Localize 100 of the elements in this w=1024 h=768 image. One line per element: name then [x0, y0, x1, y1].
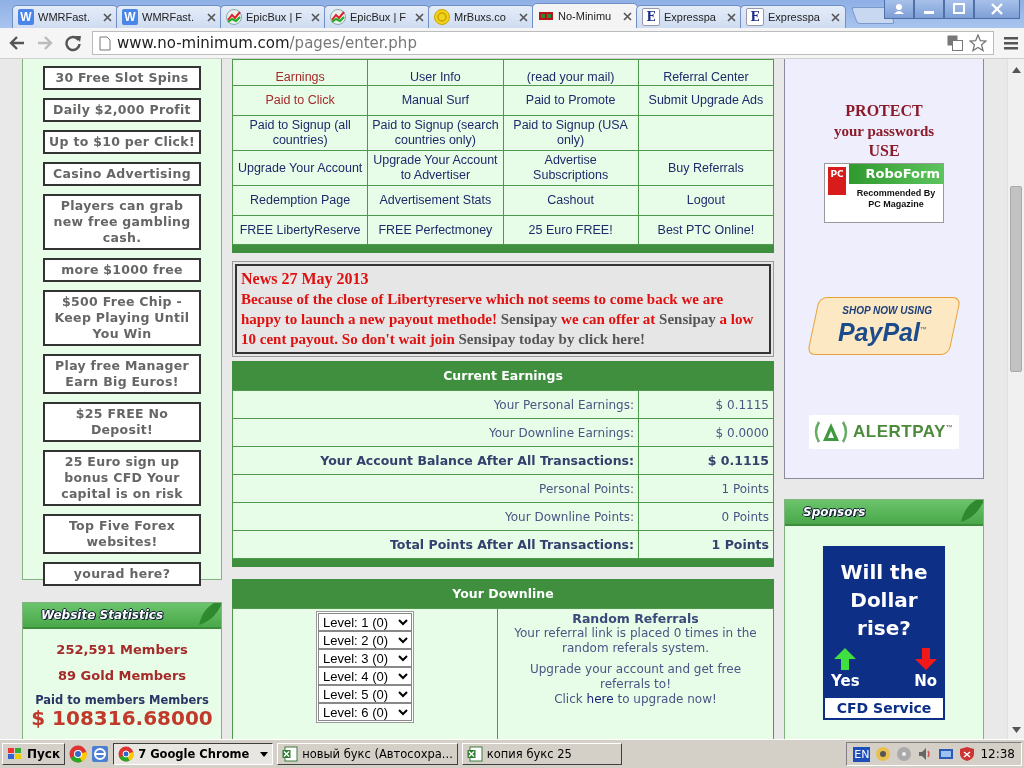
start-button[interactable]: Пуск: [2, 743, 66, 765]
browser-tab[interactable]: W WMRFast.: [12, 5, 118, 28]
news-title: News 27 May 2013: [241, 269, 370, 289]
browser-tab[interactable]: MrBuxs.co: [428, 5, 534, 28]
browser-tab[interactable]: No-Minimu: [532, 3, 638, 28]
menu-link[interactable]: Earnings: [232, 59, 368, 86]
menu-link[interactable]: Paid to Signup (all countries): [232, 115, 368, 151]
level-dropdown[interactable]: Level: 6 (0): [318, 703, 412, 721]
ad-link[interactable]: Top Five Forex websites!: [43, 514, 201, 554]
menu-link[interactable]: Advertise Subscriptions: [503, 150, 639, 186]
maximize-icon[interactable]: [944, 0, 974, 19]
news-link[interactable]: Sensipay: [659, 311, 716, 327]
ad-link[interactable]: more $1000 free: [43, 258, 201, 282]
translate-icon[interactable]: [947, 35, 963, 51]
menu-link[interactable]: Paid to Click: [232, 85, 368, 116]
menu-link[interactable]: Redemption Page: [232, 185, 368, 216]
browser-tab[interactable]: W WMRFast.: [116, 5, 222, 28]
scrollbar-thumb[interactable]: [1010, 186, 1022, 372]
close-icon[interactable]: [831, 12, 840, 22]
menu-link[interactable]: Submit Upgrade Ads: [638, 85, 774, 116]
ad-link[interactable]: Up to $10 per Click!: [43, 130, 201, 154]
menu-link[interactable]: Best PTC Online!: [638, 215, 774, 245]
tray-app-icon[interactable]: [875, 746, 892, 762]
browser-tab[interactable]: E Expresspa: [636, 5, 742, 28]
back-icon[interactable]: [8, 34, 26, 52]
ad-link[interactable]: Play free Manager Earn Big Euros!: [43, 354, 201, 394]
menu-link[interactable]: Advertisement Stats: [367, 185, 503, 216]
menu-link[interactable]: Paid to Signup (USA only): [503, 115, 639, 151]
scroll-down-icon[interactable]: [1011, 727, 1021, 733]
ad-link[interactable]: yourad here?: [43, 562, 201, 586]
browser-tab[interactable]: EpicBux | F: [220, 5, 326, 28]
close-icon[interactable]: [727, 12, 736, 22]
ad-link[interactable]: $25 FREE No Deposit!: [43, 402, 201, 442]
menu-icon[interactable]: [1004, 36, 1018, 50]
earnings-value: 0 Points: [638, 502, 774, 531]
menu-link[interactable]: Paid to Signup (search countries only): [367, 115, 503, 151]
level-dropdown[interactable]: Level: 4 (0): [318, 667, 412, 685]
random-referrals-title: Random Referrals: [571, 611, 700, 626]
chrome-icon[interactable]: [69, 745, 88, 763]
close-icon[interactable]: [519, 12, 528, 22]
menu-link[interactable]: (read your mail): [503, 59, 639, 86]
close-icon[interactable]: [311, 12, 320, 22]
sponsor-banner[interactable]: Will the Dollar rise? Yes No CFD Service: [823, 546, 945, 720]
browser-e-icon[interactable]: [91, 745, 110, 763]
page-icon: [99, 35, 111, 51]
earnings-label: Personal Points:: [232, 474, 639, 503]
news-link[interactable]: Sensipay: [500, 311, 558, 327]
alertpay-banner[interactable]: ALERTPAY$^{™}$: [809, 415, 959, 449]
ad-link[interactable]: Casino Advertising: [43, 162, 201, 186]
menu-link[interactable]: FREE LibertyReserve: [232, 215, 368, 245]
close-icon[interactable]: [415, 12, 424, 22]
close-icon[interactable]: [974, 0, 1020, 19]
language-indicator[interactable]: EN: [853, 746, 871, 762]
menu-link[interactable]: Upgrade Your Account to Advertiser: [367, 150, 503, 186]
menu-link[interactable]: User Info: [367, 59, 503, 86]
level-dropdown[interactable]: Level: 3 (0): [318, 649, 412, 667]
taskbar-button[interactable]: 7 Google Chrome: [113, 743, 274, 765]
address-bar[interactable]: www.no-minimum.com/pages/enter.php: [92, 31, 994, 55]
menu-link[interactable]: Cashout: [503, 185, 639, 216]
upgrade-info: Upgrade your account and get free referrals to!: [528, 662, 743, 692]
menu-link[interactable]: Logout: [638, 185, 774, 216]
down-arrow-icon: [914, 648, 937, 670]
menu-link[interactable]: 25 Euro FREE!: [503, 215, 639, 245]
here-link[interactable]: here: [586, 692, 614, 706]
box-title: Sponsors: [803, 505, 866, 519]
menu-link[interactable]: Referral Center: [638, 59, 774, 86]
scroll-up-icon[interactable]: [1011, 67, 1021, 73]
level-dropdown[interactable]: Level: 5 (0): [318, 685, 412, 703]
level-dropdown[interactable]: Level: 1 (0): [318, 613, 412, 631]
ad-link[interactable]: Players can grab new free gambling cash.: [43, 194, 201, 250]
star-icon[interactable]: [969, 34, 987, 52]
network-icon[interactable]: [938, 746, 955, 762]
ad-link[interactable]: 25 Euro sign up bonus CFD Your capital is on risk: [43, 450, 201, 506]
menu-link[interactable]: Upgrade Your Account: [232, 150, 368, 186]
browser-tab[interactable]: E Expresspa: [740, 5, 846, 28]
close-icon[interactable]: [103, 12, 112, 22]
ad-link[interactable]: $500 Free Chip - Keep Playing Until You Win: [43, 290, 201, 346]
earnings-value: $ 0.1115: [638, 446, 774, 475]
ad-link[interactable]: 30 Free Slot Spins: [43, 66, 201, 90]
taskbar-button[interactable]: новый букс (Автосохра...: [277, 743, 458, 765]
browser-tab[interactable]: EpicBux | F: [324, 5, 430, 28]
favicon-letter: W: [122, 9, 138, 25]
menu-link[interactable]: FREE Perfectmoney: [367, 215, 503, 245]
roboform-banner[interactable]: PC RoboForm Recommended By PC Magazine: [824, 163, 944, 223]
close-icon[interactable]: [207, 12, 216, 22]
paid-label: Paid to members Members: [35, 693, 209, 707]
shield-icon[interactable]: [959, 746, 976, 762]
user-icon[interactable]: [884, 0, 914, 19]
menu-link[interactable]: Manual Surf: [367, 85, 503, 116]
scrollbar[interactable]: [1007, 59, 1024, 739]
taskbar-button[interactable]: копия букс 25: [461, 743, 622, 765]
news-link[interactable]: Sensipay today by click here!: [458, 331, 645, 347]
ad-link[interactable]: Daily $2,000 Profit: [43, 98, 201, 122]
menu-link[interactable]: Paid to Promote: [503, 85, 639, 116]
menu-link[interactable]: Buy Referrals: [638, 150, 774, 186]
close-icon[interactable]: [623, 11, 632, 21]
reload-icon[interactable]: [64, 34, 82, 52]
favicon-letter: E: [642, 8, 660, 26]
level-dropdown[interactable]: Level: 2 (0): [318, 631, 412, 649]
minimize-icon[interactable]: [914, 0, 944, 19]
